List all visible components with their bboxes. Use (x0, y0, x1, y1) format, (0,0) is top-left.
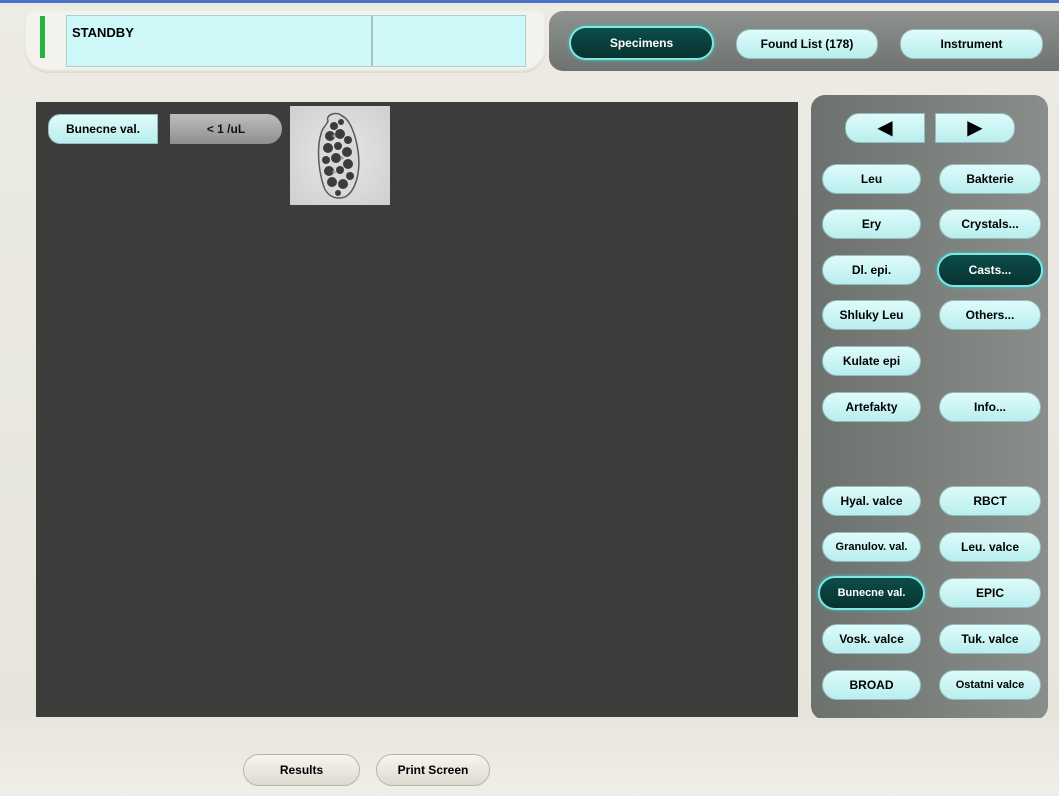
status-divider (371, 16, 373, 66)
status-box (66, 15, 526, 67)
cast-vosk-valce-button[interactable]: Vosk. valce (822, 624, 921, 654)
class-bakterie-button[interactable]: Bakterie (939, 164, 1041, 194)
class-crystals-button[interactable]: Crystals... (939, 209, 1041, 239)
next-button[interactable]: ▶ (935, 113, 1015, 143)
specimen-image-panel (36, 102, 798, 717)
bottom-bar (0, 718, 1059, 796)
specimen-thumbnail[interactable] (290, 106, 390, 205)
class-artefakty-button[interactable]: Artefakty (822, 392, 921, 422)
tab-specimens[interactable]: Specimens (569, 26, 714, 60)
class-casts-button[interactable]: Casts... (937, 253, 1043, 287)
cast-granulov-val-button[interactable]: Granulov. val. (822, 532, 921, 562)
cast-leu-valce-button[interactable]: Leu. valce (939, 532, 1041, 562)
tab-found-list[interactable]: Found List (178) (736, 29, 878, 59)
concentration-value: < 1 /uL (170, 114, 282, 144)
cast-bunecne-val-button[interactable]: Bunecne val. (818, 576, 925, 610)
cast-epic-button[interactable]: EPIC (939, 578, 1041, 608)
class-others-button[interactable]: Others... (939, 300, 1041, 330)
cast-ostatni-valce-button[interactable]: Ostatni valce (939, 670, 1041, 700)
prev-button[interactable]: ◀ (845, 113, 925, 143)
class-kulate-epi-button[interactable]: Kulate epi (822, 346, 921, 376)
cast-cell-icon (317, 112, 360, 199)
category-label: Bunecne val. (48, 114, 158, 144)
left-triangle-icon: ◀ (877, 117, 893, 139)
cast-hyal-valce-button[interactable]: Hyal. valce (822, 486, 921, 516)
tab-instrument[interactable]: Instrument (900, 29, 1043, 59)
print-screen-button[interactable]: Print Screen (376, 754, 490, 786)
class-shluky-leu-button[interactable]: Shluky Leu (822, 300, 921, 330)
status-indicator (40, 16, 45, 58)
app-window: STANDBY Specimens Found List (178) Instr… (0, 0, 1059, 796)
results-button[interactable]: Results (243, 754, 360, 786)
status-text: STANDBY (72, 25, 134, 40)
window-top-border (0, 0, 1059, 3)
cast-tuk-valce-button[interactable]: Tuk. valce (939, 624, 1041, 654)
cast-rbct-button[interactable]: RBCT (939, 486, 1041, 516)
class-ery-button[interactable]: Ery (822, 209, 921, 239)
class-leu-button[interactable]: Leu (822, 164, 921, 194)
class-info-button[interactable]: Info... (939, 392, 1041, 422)
cast-broad-button[interactable]: BROAD (822, 670, 921, 700)
class-dl-epi-button[interactable]: Dl. epi. (822, 255, 921, 285)
right-triangle-icon: ▶ (967, 117, 983, 139)
